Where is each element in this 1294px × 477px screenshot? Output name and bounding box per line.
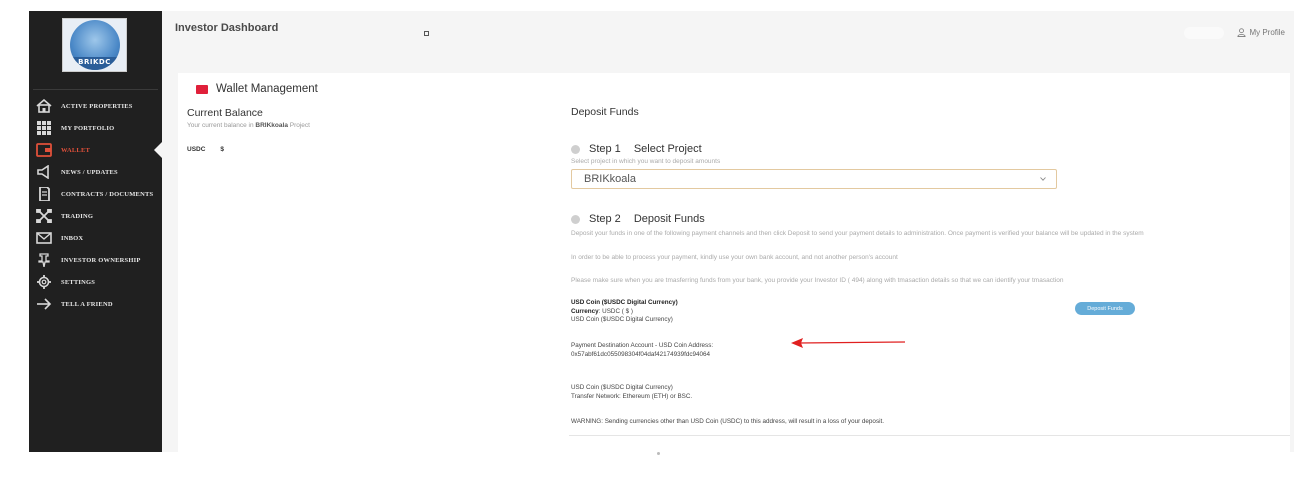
sidebar-divider: [33, 89, 158, 90]
coin-name-repeat: USD Coin ($USDC Digital Currency): [571, 384, 673, 391]
investor-id-notice: Please make sure when you are tmasferrin…: [571, 277, 1064, 284]
sidebar-item-label: INBOX: [61, 234, 84, 242]
transfer-network: Transfer Network: Ethereum (ETH) or BSC.: [571, 392, 693, 400]
coin-name-repeat: USD Coin ($USDC Digital Currency): [571, 316, 673, 323]
home-icon: [34, 98, 54, 114]
wallet-icon: [196, 84, 208, 94]
logo[interactable]: BRIKDC: [62, 18, 127, 72]
step-2-header: Step 2 Deposit Funds: [571, 213, 705, 225]
chevron-down-icon: [1040, 177, 1046, 181]
destination-account: Payment Destination Account - USD Coin A…: [571, 342, 713, 359]
divider: [569, 435, 1290, 436]
step-1-header: Step 1 Select Project: [571, 143, 702, 155]
sidebar-item-active-properties[interactable]: ACTIVE PROPERTIES: [29, 95, 162, 117]
step-number: Step 1: [589, 143, 621, 155]
sidebar-item-tell-a-friend[interactable]: TELL A FRIEND: [29, 293, 162, 315]
sidebar-item-label: ACTIVE PROPERTIES: [61, 102, 133, 110]
destination-label: Payment Destination Account - USD Coin A…: [571, 342, 714, 349]
sidebar-toggle-button[interactable]: [424, 31, 429, 36]
user-icon: [1237, 28, 1246, 37]
sidebar-item-label: INVESTOR OWNERSHIP: [61, 256, 141, 264]
scroll-indicator[interactable]: [657, 452, 660, 455]
coin-name: USD Coin ($USDC Digital Currency): [571, 299, 678, 306]
deposit-warning: WARNING: Sending currencies other than U…: [571, 418, 884, 425]
sidebar-item-investor-ownership[interactable]: INVESTOR OWNERSHIP: [29, 249, 162, 271]
my-profile-link[interactable]: My Profile: [1237, 28, 1285, 37]
sidebar-nav: ACTIVE PROPERTIES MY PORTFOLIO WALLET NE…: [29, 95, 162, 315]
wallet-icon: [34, 142, 54, 158]
page-title: Investor Dashboard: [175, 22, 279, 34]
balance-row: USDC $: [187, 146, 224, 153]
gear-icon: [34, 274, 54, 290]
sidebar-item-inbox[interactable]: INBOX: [29, 227, 162, 249]
sidebar-item-label: WALLET: [61, 146, 91, 154]
sidebar-item-label: NEWS / UPDATES: [61, 168, 118, 176]
balance-currency: USDC: [187, 146, 206, 153]
grid-icon: [34, 120, 54, 136]
sidebar-item-label: SETTINGS: [61, 278, 96, 286]
red-arrow-annotation: [791, 338, 906, 348]
step-2-subtitle: Deposit your funds in one of the followi…: [571, 230, 1144, 237]
sidebar-item-label: MY PORTFOLIO: [61, 124, 115, 132]
wallet-content-card: Wallet Management Current Balance Your c…: [178, 73, 1290, 452]
wallet-management-header: Wallet Management: [196, 83, 318, 95]
logo-text: BRIKDC: [69, 57, 120, 70]
project-select[interactable]: BRIKkoala: [571, 169, 1057, 189]
arrow-right-icon: [34, 296, 54, 312]
step-1-subtitle: Select project in which you want to depo…: [571, 158, 721, 165]
avatar: [1184, 27, 1224, 39]
sidebar-item-my-portfolio[interactable]: MY PORTFOLIO: [29, 117, 162, 139]
balance-amount: $: [220, 146, 225, 153]
megaphone-icon: [34, 164, 54, 180]
mail-icon: [34, 230, 54, 246]
step-indicator: [571, 214, 580, 224]
step-number: Step 2: [589, 213, 621, 225]
deposit-funds-panel: Deposit Funds Step 1 Select Project Sele…: [569, 73, 1290, 452]
project-select-value: BRIKkoala: [584, 173, 636, 185]
trading-icon: [34, 208, 54, 224]
sidebar-item-trading[interactable]: TRADING: [29, 205, 162, 227]
top-bar: Investor Dashboard My Profile: [162, 11, 1294, 55]
deposit-funds-title: Deposit Funds: [571, 106, 639, 118]
sidebar-item-label: TRADING: [61, 212, 94, 220]
pin-icon: [34, 252, 54, 268]
sidebar-item-contracts-documents[interactable]: CONTRACTS / DOCUMENTS: [29, 183, 162, 205]
sidebar-item-label: CONTRACTS / DOCUMENTS: [61, 190, 154, 198]
deposit-funds-button[interactable]: Deposit Funds: [1075, 302, 1135, 315]
sidebar-item-settings[interactable]: SETTINGS: [29, 271, 162, 293]
document-icon: [34, 186, 54, 202]
wallet-management-title: Wallet Management: [216, 83, 318, 95]
sidebar: BRIKDC ACTIVE PROPERTIES MY PORTFOLIO WA…: [29, 11, 162, 452]
coin-currency: Currency: USDC ( $ ): [571, 307, 633, 315]
current-balance-project: BRIKkoala: [255, 122, 288, 129]
active-nav-indicator: [154, 142, 162, 158]
logo-emblem: BRIKDC: [69, 20, 120, 70]
my-profile-label: My Profile: [1249, 28, 1285, 37]
network-info: USD Coin ($USDC Digital Currency) Transf…: [571, 384, 692, 401]
own-account-notice: In order to be able to process your paym…: [571, 254, 898, 261]
coin-address[interactable]: 0x57abf61dc055098304f04daf42174939fdc940…: [571, 351, 713, 360]
current-balance-title: Current Balance: [187, 107, 263, 119]
page-footer-area: [8, 455, 1294, 477]
step-title: Select Project: [633, 143, 702, 155]
step-title: Deposit Funds: [633, 213, 705, 225]
sidebar-item-label: TELL A FRIEND: [61, 300, 113, 308]
current-balance-subtitle: Your current balance in BRIKkoala Projec…: [187, 122, 310, 129]
sidebar-item-news-updates[interactable]: NEWS / UPDATES: [29, 161, 162, 183]
coin-info: USD Coin ($USDC Digital Currency) Curren…: [571, 299, 678, 325]
sidebar-item-wallet[interactable]: WALLET: [29, 139, 162, 161]
step-indicator: [571, 144, 580, 154]
